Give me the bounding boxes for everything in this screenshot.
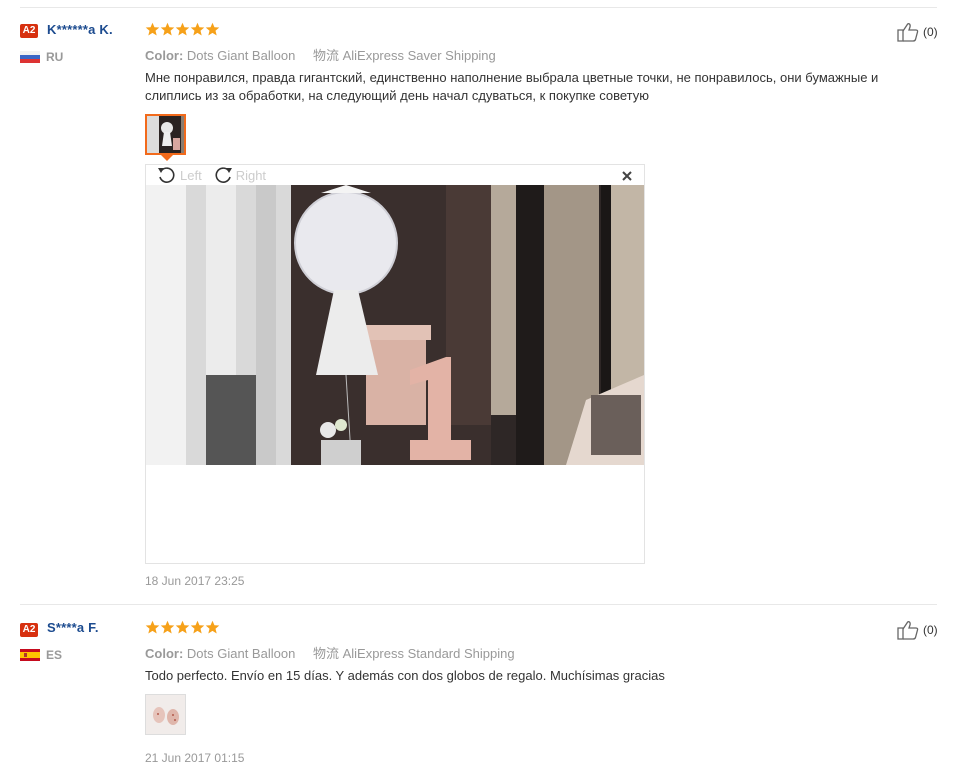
helpful-button[interactable]: (0): [896, 21, 938, 43]
star-icon: [205, 620, 220, 634]
review-photo-large: [146, 185, 644, 465]
color-value: Dots Giant Balloon: [186, 646, 296, 661]
star-icon: [145, 22, 160, 36]
star-icon: [190, 22, 205, 36]
review-divider: [20, 604, 937, 605]
spain-flag-icon: [20, 649, 40, 661]
helpful-count: (0): [923, 25, 938, 39]
star-icon: [145, 620, 160, 634]
shipping-value: AliExpress Standard Shipping: [342, 646, 515, 661]
order-info: Color: Dots Giant Balloon 物流 AliExpress …: [145, 45, 496, 64]
review-photo-thumbnail[interactable]: [145, 114, 186, 155]
shipping-label: 物流: [312, 48, 339, 63]
close-icon[interactable]: [620, 169, 634, 183]
review-text: Мне понравился, правда гигантский, единс…: [145, 70, 879, 103]
star-rating: [145, 620, 220, 636]
thumbnail-pointer: [161, 155, 173, 161]
star-icon: [160, 620, 175, 634]
thumbs-up-icon: [897, 621, 919, 640]
reviewer-country: RU: [46, 50, 64, 64]
user-level-badge: A2: [20, 623, 38, 637]
review-date: 21 Jun 2017 01:15: [145, 751, 245, 765]
review-photo-thumbnail[interactable]: [145, 694, 186, 735]
star-icon: [190, 620, 205, 634]
balloon-photo: [146, 185, 644, 465]
balloons-photo-thumb: [146, 695, 185, 734]
rotate-right-label: Right: [235, 167, 267, 183]
rotate-left-icon: [158, 167, 175, 183]
user-level-badge: A2: [20, 24, 38, 38]
helpful-button[interactable]: (0): [896, 619, 938, 641]
order-info: Color: Dots Giant Balloon 物流 AliExpress …: [145, 643, 515, 662]
review-text: Todo perfecto. Envío en 15 días. Y ademá…: [145, 668, 665, 683]
rotate-left-button[interactable]: Left: [156, 164, 202, 186]
rotate-right-icon: [215, 167, 232, 183]
color-label: Color:: [145, 646, 184, 661]
shipping-value: AliExpress Saver Shipping: [342, 48, 496, 63]
star-icon: [175, 620, 190, 634]
star-icon: [175, 22, 190, 36]
thumbs-up-icon: [897, 23, 919, 42]
color-value: Dots Giant Balloon: [186, 48, 296, 63]
shipping-label: 物流: [312, 646, 339, 661]
reviewer-country: ES: [46, 648, 63, 662]
reviewer-name[interactable]: K******a K.: [47, 22, 113, 37]
rotate-toolbar: Left Right: [156, 165, 266, 185]
star-icon: [160, 22, 175, 36]
reviewer-name[interactable]: S****a F.: [47, 620, 99, 635]
review-date: 18 Jun 2017 23:25: [145, 574, 245, 588]
star-icon: [205, 22, 220, 36]
color-label: Color:: [145, 48, 184, 63]
balloon-photo-thumb: [147, 116, 184, 153]
star-rating: [145, 22, 220, 38]
top-divider: [20, 7, 937, 8]
rotate-left-label: Left: [180, 167, 202, 183]
helpful-count: (0): [923, 623, 938, 637]
rotate-right-button[interactable]: Right: [212, 164, 266, 186]
photo-viewer: Left Right: [145, 164, 645, 564]
russia-flag-icon: [20, 51, 40, 63]
